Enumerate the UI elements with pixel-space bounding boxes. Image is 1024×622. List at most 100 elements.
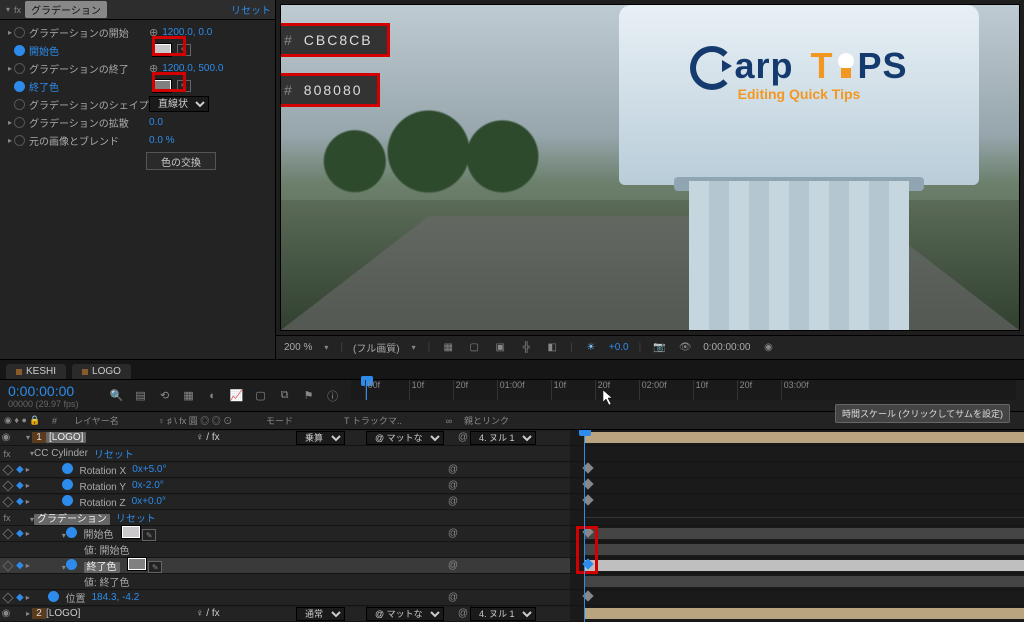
blend-mode-select[interactable]: 乗算 [296,431,345,445]
effect-reset-link[interactable]: リセット [231,2,271,17]
comp-flow-icon[interactable]: ▤ [133,388,149,404]
render-icon[interactable]: ◉ [760,340,776,356]
layer-row-logo-2[interactable]: ◉ ▸ 2 [LOGO] ♀ / fx 通常 @ マットな @ 4. ヌル 1 [0,606,1024,622]
effect-title[interactable]: グラデーション [25,1,107,18]
layer-name[interactable]: [LOGO] [46,608,80,619]
caret-icon[interactable]: ▸ [6,136,14,145]
graph-icon[interactable]: 📈 [229,388,245,404]
stopwatch-icon[interactable] [62,495,73,506]
timeline-tab-logo[interactable]: LOGO [72,364,131,379]
motion-blur-icon[interactable]: ◐ [205,388,221,404]
prop-row-rotation-z[interactable]: ◆▸ Rotation Z 0x+0.0° @ [0,494,1024,510]
composition-viewer[interactable]: arp TPS Editing Quick Tips # CBC8CB [280,4,1020,331]
parent-header[interactable]: 親とリンク [464,414,574,427]
draft3d-icon[interactable]: ▢ [253,388,269,404]
blend-mode-select[interactable]: 通常 [296,607,345,621]
add-keyframe-icon[interactable]: ◆ [16,496,24,507]
eyedropper-icon[interactable]: ✎ [148,561,162,573]
shy-icon[interactable]: ⟲ [157,388,173,404]
prop-row-rotation-x[interactable]: ◆▸ Rotation X 0x+5.0° @ [0,462,1024,478]
prop-end-color-label: 終了色 [29,79,149,94]
layer-row-logo-1[interactable]: ◉ ▾ 1 [LOGO] ♀ / fx 乗算 @ マットな @ 4. ヌル 1 [0,430,1024,446]
effect-row-cc-cylinder[interactable]: fx ▾CC Cylinder リセット [0,446,1024,462]
quality-select[interactable]: (フル画質) [353,340,400,355]
caret-icon[interactable]: ▸ [6,28,14,37]
expr-icon[interactable]: ⓘ [325,388,341,404]
rotation-y-value[interactable]: 0x-2.0° [132,480,164,491]
frame-blend-icon[interactable]: ▦ [181,388,197,404]
region-icon[interactable]: ▣ [492,340,508,356]
track-matte-select[interactable]: @ マットな [366,431,444,445]
prop-blend-value[interactable]: 0.0 % [149,135,175,146]
caret-icon[interactable]: ▸ [6,118,14,127]
mode-header[interactable]: モード [266,414,336,427]
swap-colors-button[interactable]: 色の交換 [146,152,216,170]
effect-reset[interactable]: リセット [94,446,134,461]
end-color-swatch-tl[interactable] [128,558,146,570]
exposure-value[interactable]: +0.0 [609,342,629,353]
time-ruler[interactable]: 00f 10f 20f 01:00f 10f 20f 02:00f 10f 20… [351,380,1016,400]
snap-icon[interactable]: ⧉ [277,388,293,404]
eyedropper-icon[interactable]: ✎ [142,529,156,541]
snapshot-icon[interactable]: 📷 [651,340,667,356]
parent-select[interactable]: 4. ヌル 1 [470,607,536,621]
stopwatch-icon[interactable] [14,135,25,146]
marker-icon[interactable]: ⚑ [301,388,317,404]
guides-icon[interactable]: ╬ [518,340,534,356]
search-icon[interactable]: 🔍 [109,388,125,404]
layer-name-header[interactable]: レイヤー名 [74,414,150,427]
prop-row-end-color-value[interactable]: 値: 終了色 [0,574,1024,590]
layer-expand-caret[interactable]: ▾ [24,433,32,442]
track-matte-header[interactable]: T トラックマ.. [344,414,434,427]
position-value[interactable]: 184.3, -4.2 [91,592,139,603]
switches-header[interactable]: ♀ ♯ \ fx 圓 ◎ ◎ ⊙ [158,414,258,427]
exposure-icon[interactable]: ☀ [583,340,599,356]
effect-row-gradient[interactable]: fx ▾グラデーション リセット [0,510,1024,526]
pickwhip-icon[interactable]: @ [446,464,460,475]
prop-row-start-color-value[interactable]: 値: 開始色 [0,542,1024,558]
layer-name[interactable]: [LOGO] [46,432,86,443]
show-snapshot-icon[interactable]: 👁 [677,340,693,356]
stopwatch-icon[interactable] [14,45,25,56]
start-color-swatch-tl[interactable] [122,526,140,538]
add-keyframe-icon[interactable]: ◆ [16,480,24,491]
rotation-x-value[interactable]: 0x+5.0° [132,464,166,475]
prop-row-rotation-y[interactable]: ◆▸ Rotation Y 0x-2.0° @ [0,478,1024,494]
preview-timecode[interactable]: 0:00:00:00 [703,342,750,353]
stopwatch-icon[interactable] [14,117,25,128]
effect-collapse-caret[interactable]: ▾ [4,5,12,14]
stopwatch-icon[interactable] [62,463,73,474]
prev-keyframe-icon[interactable] [2,480,13,491]
ramp-shape-select[interactable]: 直線状 [149,96,209,112]
stopwatch-icon[interactable] [14,63,25,74]
frame-rate-label: 00000 (29.97 fps) [8,399,79,409]
eye-icon[interactable]: ◉ [0,608,12,619]
stopwatch-icon[interactable] [62,479,73,490]
grid-icon[interactable]: ▦ [440,340,456,356]
eye-icon[interactable]: ◉ [0,432,12,443]
stopwatch-icon[interactable] [14,99,25,110]
stopwatch-icon[interactable] [14,27,25,38]
parent-select[interactable]: 4. ヌル 1 [470,431,536,445]
prev-keyframe-icon[interactable] [2,464,13,475]
track-matte-select[interactable]: @ マットな [366,607,444,621]
add-keyframe-icon[interactable]: ◆ [16,464,24,475]
playhead-line[interactable] [584,430,585,622]
mask-icon[interactable]: ▢ [466,340,482,356]
layer-switches[interactable]: ♀ / fx [196,432,296,443]
stopwatch-icon[interactable] [14,81,25,92]
effect-reset[interactable]: リセット [116,510,156,525]
prop-row-position[interactable]: ◆▸ 位置 184.3, -4.2 @ [0,590,1024,606]
caret-icon[interactable]: ▸ [6,64,14,73]
prop-row-start-color[interactable]: ◆▸ ▾ 開始色 ✎ @ [0,526,1024,542]
prop-scatter-value[interactable]: 0.0 [149,117,163,128]
prev-keyframe-icon[interactable] [2,496,13,507]
prop-end-ramp-label: グラデーションの終了 [29,61,149,76]
timeline-tab-keshi[interactable]: KESHI [6,364,66,379]
current-timecode[interactable]: 0:00:00:00 [8,383,79,399]
rotation-z-value[interactable]: 0x+0.0° [132,496,166,507]
channel-icon[interactable]: ◧ [544,340,560,356]
zoom-level[interactable]: 200 % [284,342,312,353]
pickwhip-icon[interactable]: @ [456,432,470,443]
prop-row-end-color[interactable]: ◆▸ ▾ 終了色 ✎ @ [0,558,1024,574]
